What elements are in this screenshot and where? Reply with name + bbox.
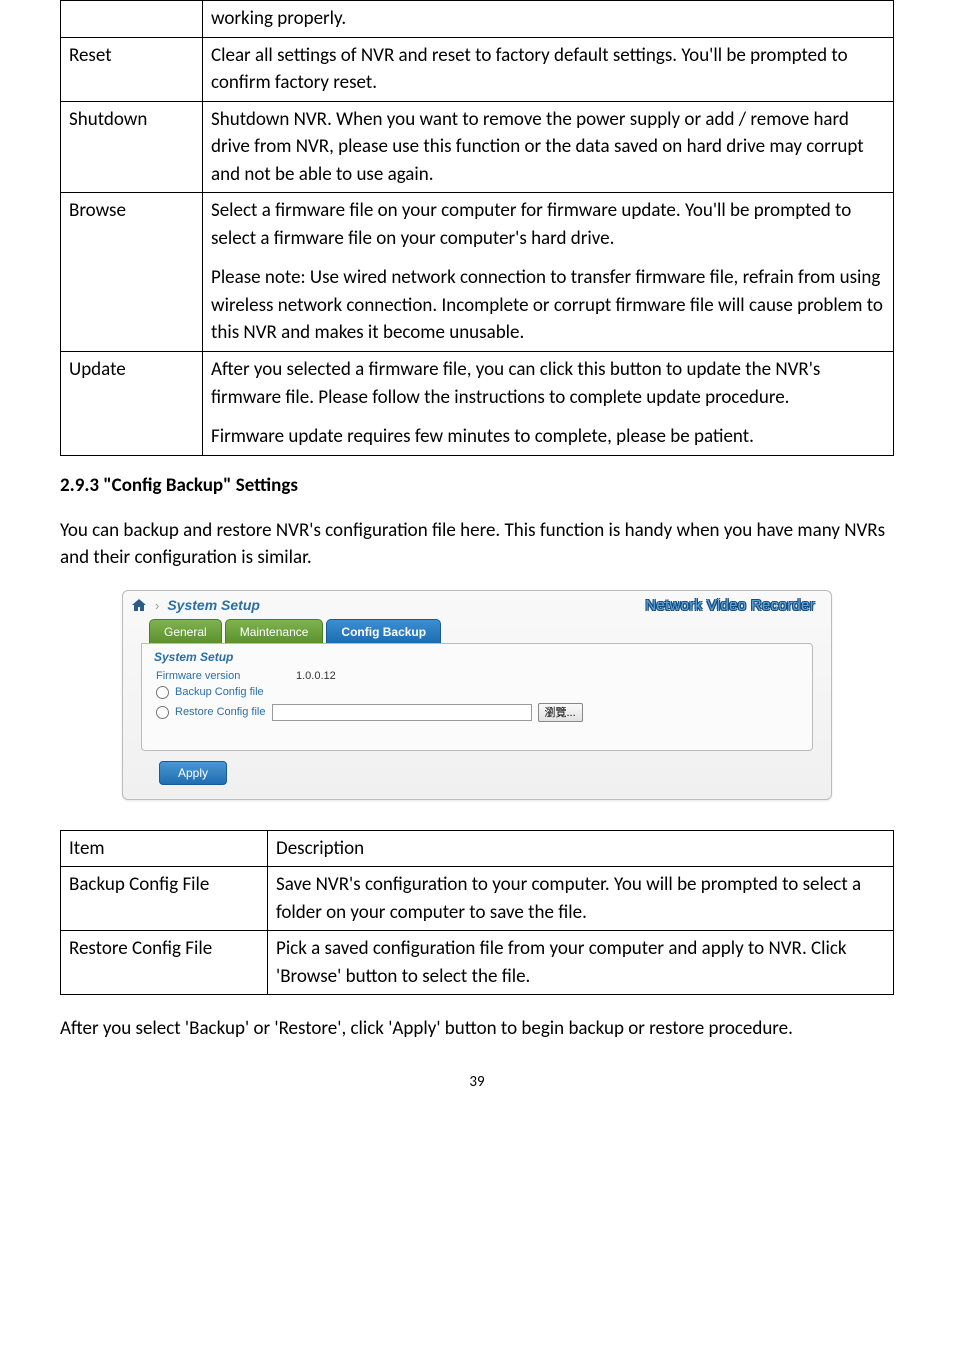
tab-general[interactable]: General <box>149 619 222 644</box>
param-name: Shutdown <box>61 101 203 193</box>
tab-maintenance[interactable]: Maintenance <box>225 619 324 644</box>
param-desc-p1: After you selected a firmware file, you … <box>211 356 885 411</box>
restore-option[interactable]: Restore Config file 瀏覽... <box>156 703 798 722</box>
backup-radio[interactable] <box>156 686 169 699</box>
maintenance-params-table: working properly. Reset Clear all settin… <box>60 0 894 456</box>
param-desc: Select a firmware file on your computer … <box>203 193 894 352</box>
firmware-row: Firmware version 1.0.0.12 <box>156 670 798 682</box>
footer-paragraph: After you select 'Backup' or 'Restore', … <box>60 1015 894 1043</box>
firmware-value: 1.0.0.12 <box>296 670 336 682</box>
firmware-label: Firmware version <box>156 670 266 682</box>
header-desc: Description <box>268 830 894 867</box>
table-row: Restore Config File Pick a saved configu… <box>61 931 894 995</box>
restore-file-input[interactable] <box>272 704 532 721</box>
param-name: Update <box>61 352 203 456</box>
table-row: Shutdown Shutdown NVR. When you want to … <box>61 101 894 193</box>
fieldset-label: System Setup <box>154 650 798 664</box>
param-desc: Pick a saved configuration file from you… <box>268 931 894 995</box>
table-row: Browse Select a firmware file on your co… <box>61 193 894 352</box>
backup-label: Backup Config file <box>175 686 264 698</box>
param-desc: Shutdown NVR. When you want to remove th… <box>203 101 894 193</box>
config-backup-desc-table: Item Description Backup Config File Save… <box>60 830 894 996</box>
table-row: working properly. <box>61 1 894 38</box>
restore-label: Restore Config file <box>175 706 266 718</box>
intro-paragraph: You can backup and restore NVR's configu… <box>60 517 894 572</box>
table-row: Update After you selected a firmware fil… <box>61 352 894 456</box>
tab-content: System Setup Firmware version 1.0.0.12 B… <box>141 643 813 751</box>
table-header-row: Item Description <box>61 830 894 867</box>
param-desc-p2: Firmware update requires few minutes to … <box>211 423 885 451</box>
param-desc-p1: Select a firmware file on your computer … <box>211 197 885 252</box>
config-backup-panel: › System Setup Network Video Recorder Ge… <box>122 590 832 800</box>
apply-button[interactable]: Apply <box>159 761 227 785</box>
table-row: Backup Config File Save NVR's configurat… <box>61 867 894 931</box>
param-desc: Save NVR's configuration to your compute… <box>268 867 894 931</box>
table-row: Reset Clear all settings of NVR and rese… <box>61 37 894 101</box>
param-desc: Clear all settings of NVR and reset to f… <box>203 37 894 101</box>
section-heading: 2.9.3 "Config Backup" Settings <box>60 474 894 497</box>
param-name: Restore Config File <box>61 931 268 995</box>
tab-bar: General Maintenance Config Backup <box>149 618 813 643</box>
param-desc-p2: Please note: Use wired network connectio… <box>211 264 885 347</box>
param-name: Backup Config File <box>61 867 268 931</box>
param-name: Browse <box>61 193 203 352</box>
chevron-right-icon: › <box>155 598 159 613</box>
param-desc: working properly. <box>203 1 894 38</box>
brand-text: Network Video Recorder <box>645 597 815 614</box>
tab-config-backup[interactable]: Config Backup <box>326 619 441 644</box>
param-name: Reset <box>61 37 203 101</box>
breadcrumb: › System Setup <box>131 597 260 613</box>
param-name <box>61 1 203 38</box>
param-desc: After you selected a firmware file, you … <box>203 352 894 456</box>
header-item: Item <box>61 830 268 867</box>
browse-button[interactable]: 瀏覽... <box>538 703 583 722</box>
backup-option[interactable]: Backup Config file <box>156 686 798 699</box>
home-icon[interactable] <box>131 598 147 612</box>
breadcrumb-title: System Setup <box>167 597 260 613</box>
page-number: 39 <box>60 1073 894 1091</box>
restore-radio[interactable] <box>156 706 169 719</box>
